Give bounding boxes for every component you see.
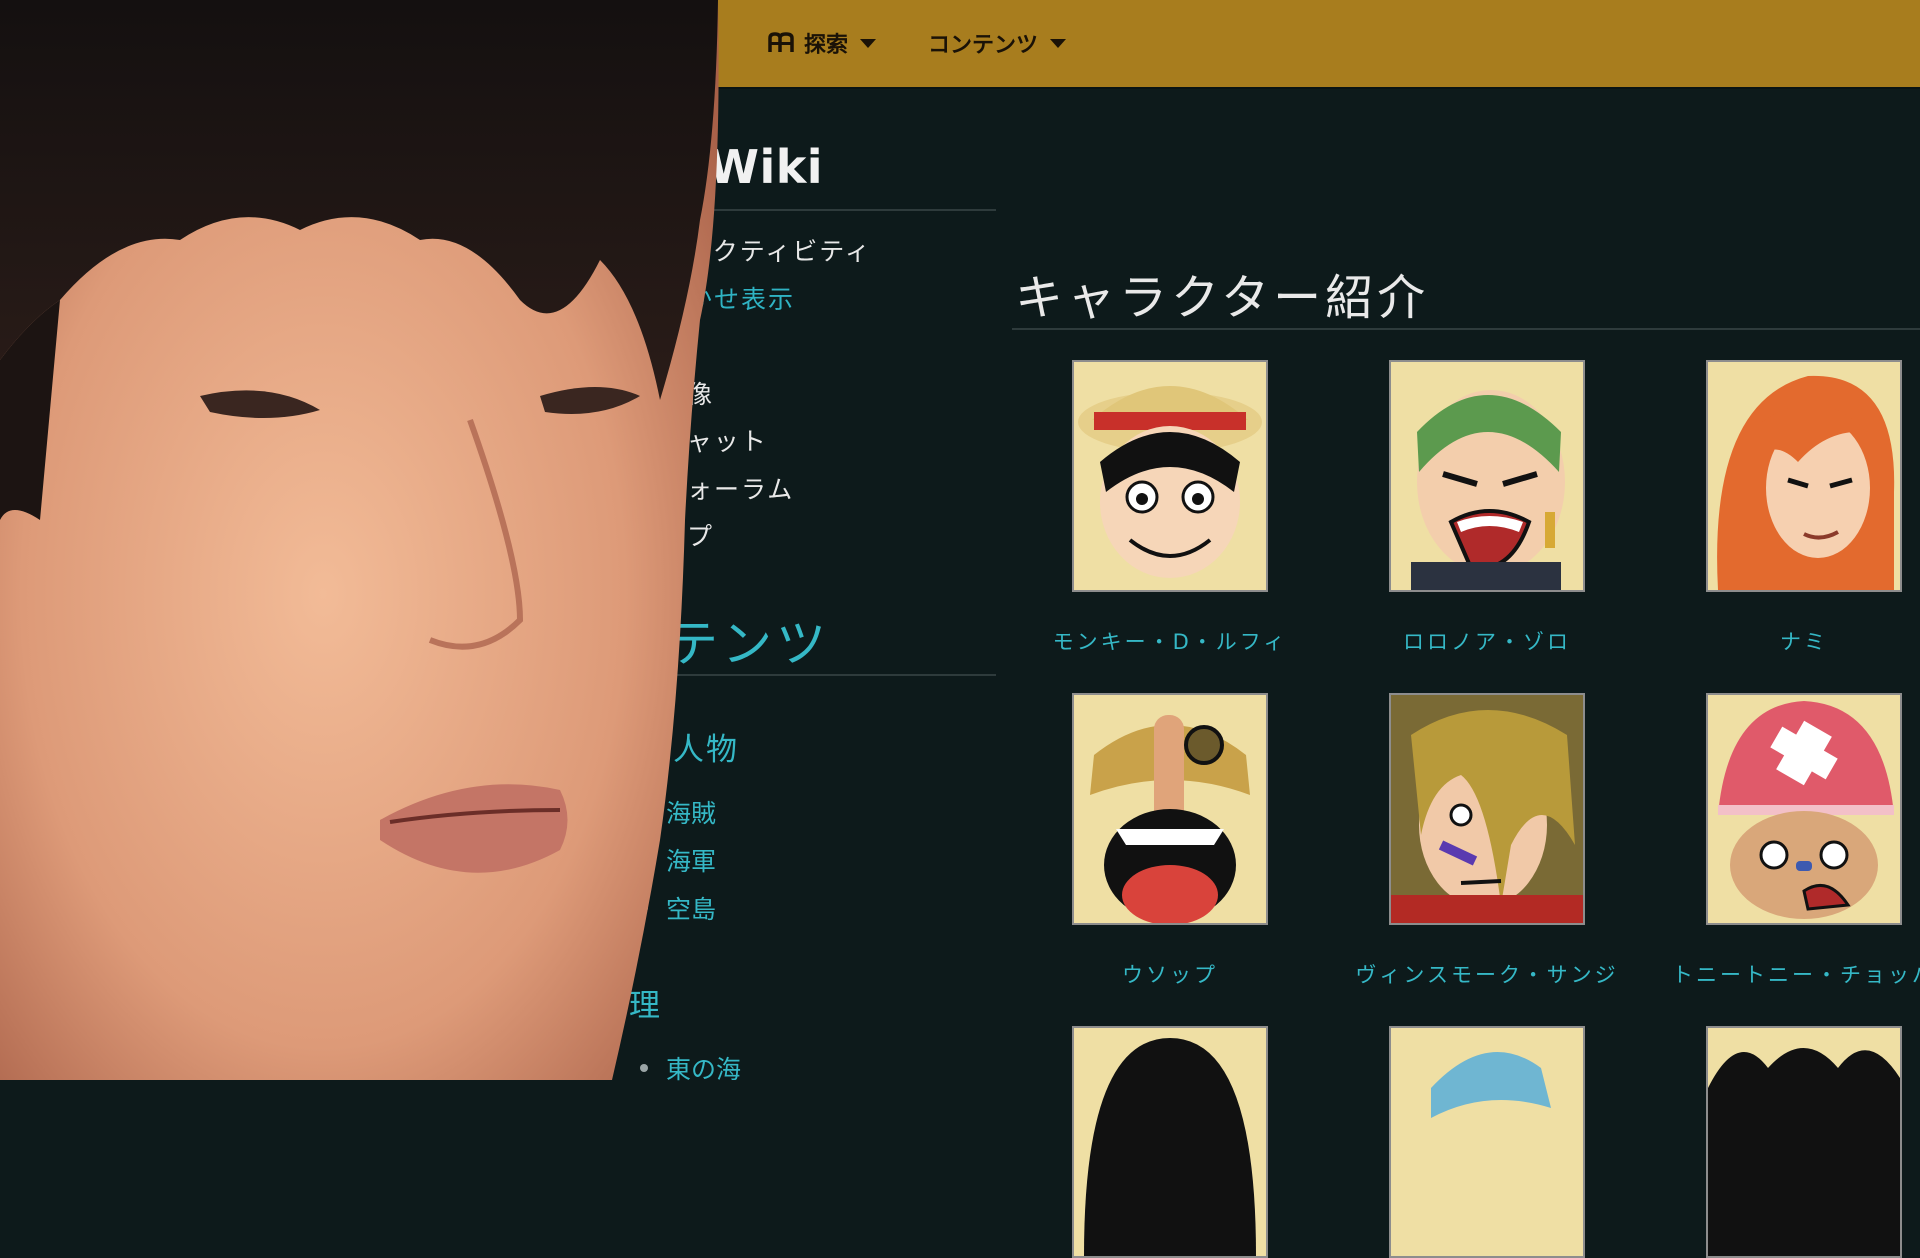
portrait-brook[interactable] (1706, 1026, 1902, 1258)
portrait-chopper[interactable] (1706, 693, 1902, 925)
portrait-sanji[interactable] (1389, 693, 1585, 925)
character-name[interactable]: ナミ (1626, 626, 1920, 656)
character-card[interactable]: トニートニー・チョッパ (1672, 693, 1920, 987)
portrait-luffy[interactable] (1072, 360, 1268, 592)
portrait-zoro[interactable] (1389, 360, 1585, 592)
character-card[interactable] (1072, 1026, 1268, 1258)
character-card[interactable]: モンキー・D・ルフィ (1053, 360, 1284, 654)
portrait-robin[interactable] (1072, 1026, 1268, 1258)
character-card[interactable]: ヴィンスモーク・サンジ (1355, 693, 1616, 987)
explore-icon (768, 32, 794, 52)
character-name[interactable]: モンキー・D・ルフィ (992, 626, 1348, 656)
character-card[interactable]: ロロノア・ゾロ (1389, 360, 1585, 654)
character-name[interactable]: ヴィンスモーク・サンジ (1309, 959, 1665, 989)
character-card[interactable] (1389, 1026, 1585, 1258)
explore-menu[interactable]: 探索 (768, 26, 877, 60)
character-card[interactable]: ウソップ (1072, 693, 1268, 987)
divider (1012, 328, 1920, 330)
page-title: キャラクター紹介 (1015, 270, 1430, 326)
character-card[interactable]: ナミ (1706, 360, 1902, 654)
portrait-franky[interactable] (1389, 1026, 1585, 1258)
chevron-down-icon (860, 38, 877, 48)
chevron-down-icon (1050, 38, 1067, 48)
portrait-nami[interactable] (1706, 360, 1902, 592)
portrait-usopp[interactable] (1072, 693, 1268, 925)
person-photo-overlay (0, 0, 719, 1080)
contents-menu[interactable]: コンテンツ (928, 26, 1067, 60)
character-name[interactable]: ウソップ (992, 959, 1348, 989)
character-card[interactable] (1706, 1026, 1902, 1258)
explore-label: 探索 (804, 33, 849, 58)
character-name[interactable]: ロロノア・ゾロ (1309, 626, 1665, 656)
contents-menu-label: コンテンツ (928, 33, 1039, 58)
character-name[interactable]: トニートニー・チョッパ (1626, 959, 1920, 989)
